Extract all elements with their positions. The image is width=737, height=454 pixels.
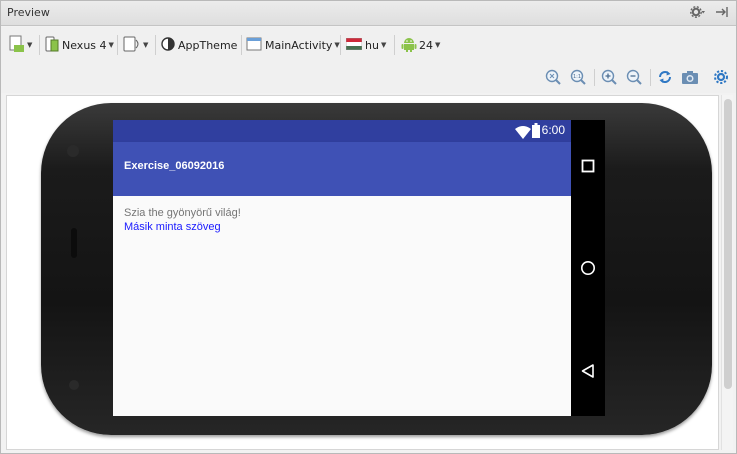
chevron-down-icon: ▼ [108, 41, 114, 49]
gear-icon[interactable] [689, 5, 707, 21]
android-icon [401, 36, 417, 55]
preview-toolbar: ▼ Nexus 4 ▼ ▼ AppTheme MainActivity ▼ hu… [1, 27, 736, 63]
app-bar: Exercise_06092016 [113, 142, 571, 196]
device-icon [45, 36, 59, 55]
settings-icon[interactable] [712, 68, 730, 86]
panel-title: Preview [7, 6, 50, 19]
chevron-down-icon: ▼ [435, 41, 441, 49]
api-level-selector[interactable]: 24 ▼ [401, 35, 440, 55]
toolbar-divider [39, 35, 40, 55]
vertical-scrollbar[interactable] [721, 95, 733, 450]
chevron-down-icon: ▼ [334, 41, 340, 49]
zoom-in-icon[interactable] [600, 68, 618, 86]
toolbar-divider [650, 69, 651, 86]
design-surface-button[interactable]: ▼ [9, 35, 32, 55]
front-camera-icon [67, 145, 79, 157]
activity-icon [246, 37, 262, 54]
toolbar-divider [117, 35, 118, 55]
wifi-icon [515, 124, 531, 143]
preview-canvas: 6:00 Exercise_06092016 Szia the gyönyörű… [6, 95, 719, 450]
recents-icon[interactable] [580, 158, 596, 174]
zoom-fit-icon[interactable] [544, 68, 562, 86]
greeting-text: Szia the gyönyörű világ! [124, 207, 241, 219]
screenshot-icon[interactable] [681, 68, 699, 86]
chevron-down-icon: ▼ [27, 41, 33, 49]
orientation-selector[interactable]: ▼ [123, 35, 148, 55]
battery-icon [532, 123, 540, 142]
toolbar-divider [394, 35, 395, 55]
status-bar: 6:00 [113, 120, 571, 142]
device-screen: 6:00 Exercise_06092016 Szia the gyönyörű… [113, 120, 605, 416]
svg-text:1:1: 1:1 [573, 74, 581, 80]
sensor-dot [69, 380, 79, 390]
activity-content: Szia the gyönyörű világ! Másik minta szö… [113, 196, 571, 416]
activity-label: MainActivity [265, 38, 333, 52]
device-frame: 6:00 Exercise_06092016 Szia the gyönyörű… [41, 103, 712, 435]
zoom-out-icon[interactable] [625, 68, 643, 86]
api-level-label: 24 [419, 38, 433, 52]
back-icon[interactable] [580, 363, 596, 379]
theme-icon [161, 36, 175, 54]
zoom-toolbar: 1:1 [1, 63, 736, 93]
scrollbar-thumb[interactable] [724, 99, 732, 389]
preview-header: Preview [1, 1, 736, 26]
orientation-icon [123, 36, 141, 55]
home-icon[interactable] [580, 260, 596, 276]
locale-label: hu [365, 38, 379, 52]
toolbar-divider [155, 35, 156, 55]
toolbar-divider [340, 35, 341, 55]
chevron-down-icon: ▼ [380, 41, 387, 49]
design-surface-icon [9, 35, 25, 56]
chevron-down-icon: ▼ [143, 41, 149, 49]
activity-selector[interactable]: MainActivity ▼ [246, 35, 340, 55]
device-label: Nexus 4 [62, 38, 107, 52]
theme-label: AppTheme [178, 38, 238, 52]
speaker-grille [71, 228, 77, 258]
app-title: Exercise_06092016 [124, 160, 225, 172]
sample-text: Másik minta szöveg [124, 221, 221, 233]
navigation-bar [571, 120, 605, 416]
refresh-icon[interactable] [656, 68, 674, 86]
zoom-actual-icon[interactable]: 1:1 [569, 68, 587, 86]
locale-selector[interactable]: hu ▼ [345, 35, 387, 55]
hungary-flag-icon [345, 37, 363, 53]
preview-window: Preview ▼ Nexus 4 ▼ ▼ AppTheme MainActiv… [0, 0, 737, 454]
toolbar-divider [241, 35, 242, 55]
hide-panel-icon[interactable] [713, 5, 731, 21]
toolbar-divider [594, 69, 595, 86]
status-time: 6:00 [541, 123, 565, 137]
device-selector[interactable]: Nexus 4 ▼ [45, 35, 114, 55]
theme-selector[interactable]: AppTheme [161, 35, 237, 55]
